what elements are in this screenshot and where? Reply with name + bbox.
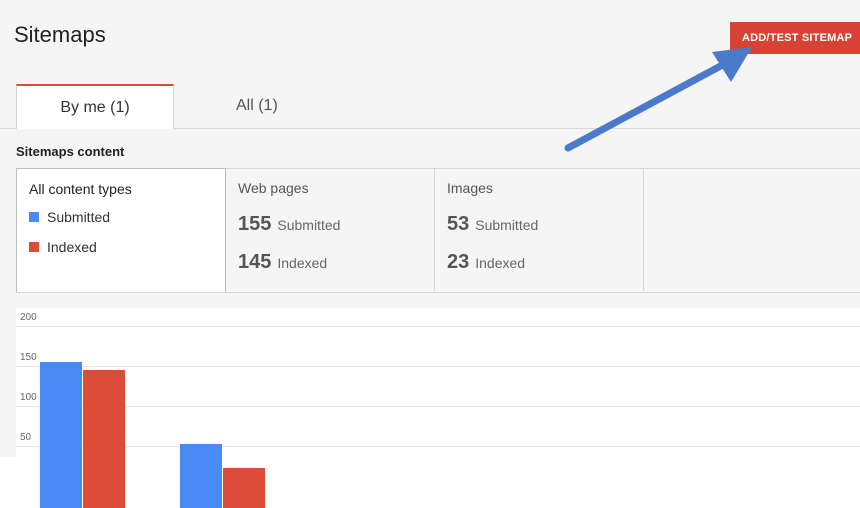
chart-gridline — [16, 326, 860, 327]
sitemaps-page: Sitemaps ADD/TEST SITEMAP By me (1) All … — [0, 0, 860, 508]
bar-indexed-web-pages[interactable] — [83, 370, 125, 508]
bar-submitted-images[interactable] — [180, 443, 222, 508]
stat-value: 23 — [447, 251, 470, 273]
stat-heading: Web pages — [238, 180, 309, 196]
stat-label: Indexed — [475, 255, 526, 271]
stat-label: Submitted — [277, 217, 341, 233]
sitemaps-content-label: Sitemaps content — [16, 144, 125, 159]
add-test-sitemap-button[interactable]: ADD/TEST SITEMAP — [730, 22, 860, 54]
chart-gridline — [16, 406, 860, 407]
bar-indexed-images[interactable] — [223, 467, 265, 508]
indexed-swatch — [29, 242, 39, 252]
submitted-swatch — [29, 212, 39, 222]
sitemap-bar-chart: 200 150 100 50 — [16, 308, 860, 508]
stat-label: Submitted — [475, 217, 539, 233]
legend-title: All content types — [29, 181, 132, 197]
stat-value: 53 — [447, 213, 470, 235]
tab-all[interactable]: All (1) — [236, 84, 278, 128]
page-title: Sitemaps — [14, 22, 106, 47]
stat-value: 155 — [238, 213, 272, 235]
stat-submitted: 155 Submitted — [238, 213, 340, 236]
stat-column-web-pages[interactable]: Web pages 155 Submitted 145 Indexed — [226, 169, 435, 291]
y-tick-label: 150 — [20, 352, 37, 363]
legend-item-indexed: Indexed — [29, 239, 97, 255]
chart-gridline — [16, 366, 860, 367]
stat-value: 145 — [238, 251, 272, 273]
sitemaps-content-panel: All content types Submitted Indexed Web … — [16, 168, 860, 293]
chart-gridline — [16, 446, 860, 447]
stat-column-images[interactable]: Images 53 Submitted 23 Indexed — [435, 169, 644, 291]
y-tick-label: 200 — [20, 312, 37, 323]
legend-label: Indexed — [47, 239, 97, 255]
tab-bar: By me (1) All (1) — [0, 84, 860, 129]
legend-label: Submitted — [47, 209, 111, 225]
content-type-legend[interactable]: All content types Submitted Indexed — [16, 168, 226, 292]
stat-heading: Images — [447, 180, 493, 196]
stat-label: Indexed — [277, 255, 328, 271]
tab-by-me[interactable]: By me (1) — [16, 84, 174, 129]
stat-submitted: 53 Submitted — [447, 213, 538, 236]
legend-item-submitted: Submitted — [29, 209, 110, 225]
stat-indexed: 23 Indexed — [447, 251, 525, 274]
y-tick-label: 50 — [20, 432, 32, 443]
y-tick-label: 100 — [20, 392, 37, 403]
bar-submitted-web-pages[interactable] — [40, 362, 82, 508]
stat-indexed: 145 Indexed — [238, 251, 327, 274]
